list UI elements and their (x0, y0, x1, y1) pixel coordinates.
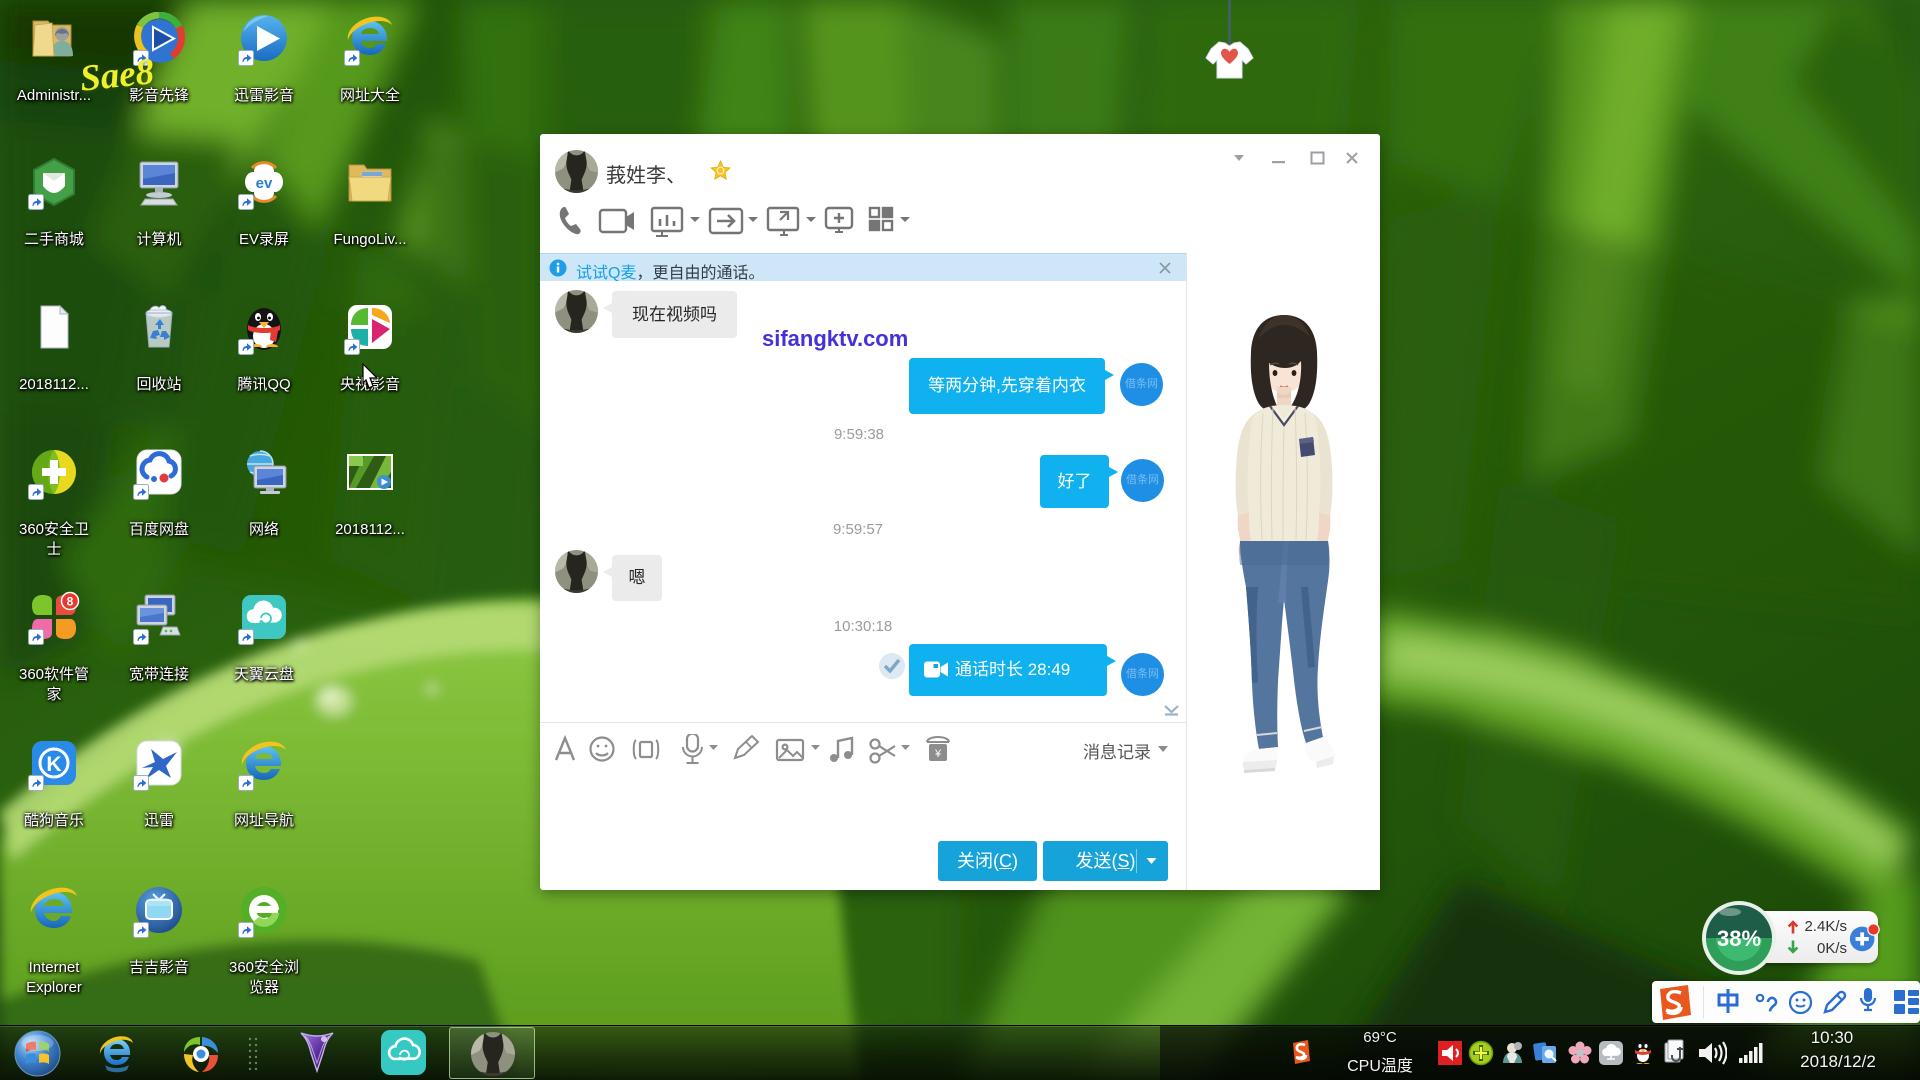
svg-text:ev: ev (256, 175, 273, 192)
svg-text:¥: ¥ (934, 748, 942, 760)
svg-text:38%: 38% (1717, 926, 1761, 951)
svg-text:K: K (46, 753, 61, 776)
svg-text:8: 8 (67, 595, 74, 609)
